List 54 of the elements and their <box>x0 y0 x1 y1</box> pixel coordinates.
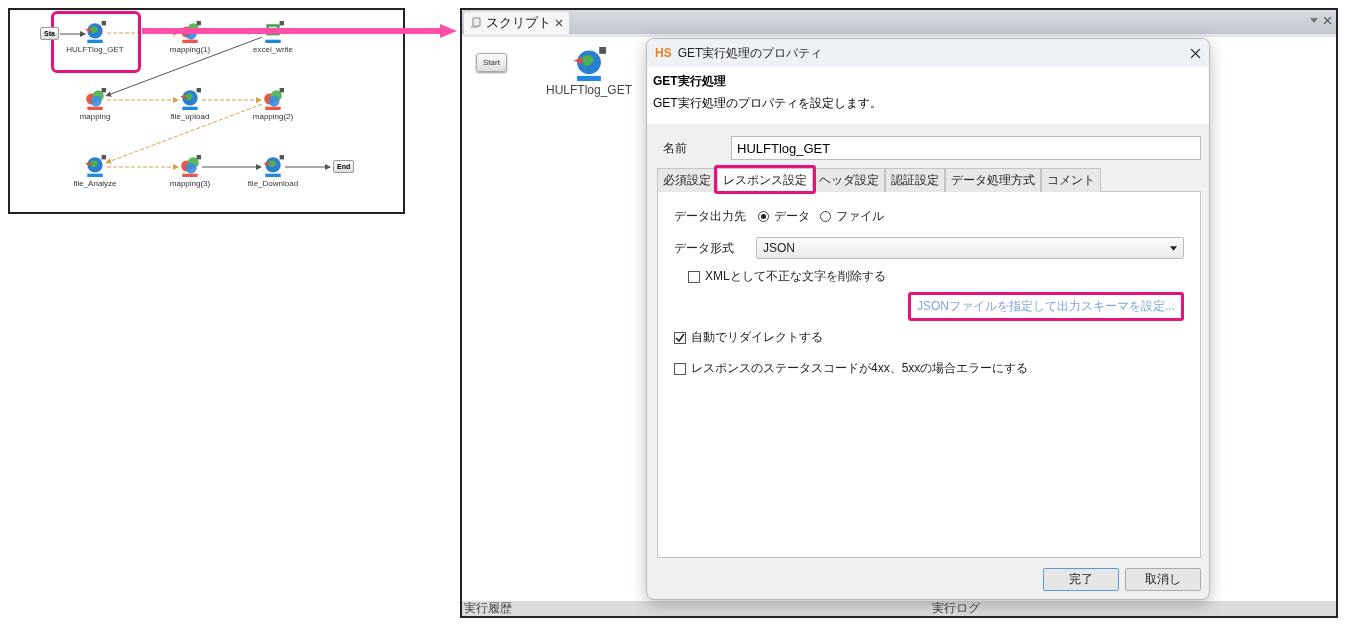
dialog-description: GET実行処理のプロパティを設定します。 <box>653 95 883 112</box>
close-icon[interactable] <box>555 19 563 27</box>
field-label: データ出力先 <box>674 208 746 225</box>
rest-node-icon <box>84 155 106 177</box>
mapper-node-icon <box>179 155 201 177</box>
panel-title: 実行ログ <box>932 601 980 616</box>
checkbox[interactable] <box>688 270 700 283</box>
name-field[interactable]: HULFTlog_GET <box>731 136 1201 160</box>
node-label: excel_write <box>253 45 293 54</box>
caret-icon <box>1170 245 1177 251</box>
rest-node-icon <box>572 47 606 81</box>
close-icon[interactable] <box>1190 47 1201 59</box>
editor-tab[interactable]: スクリプト <box>464 12 569 34</box>
node-label: file_Analyze <box>73 179 117 188</box>
settings-tab[interactable]: データ処理方式 <box>945 168 1041 192</box>
node-label: mapping(3) <box>169 179 211 188</box>
settings-tab[interactable]: ヘッダ設定 <box>813 168 885 192</box>
node-label: HULFTlog_GET <box>66 45 124 54</box>
panel-title: 実行履歴 <box>464 601 512 616</box>
connector-arrow <box>59 31 86 37</box>
connector-arrow <box>284 164 331 170</box>
radio-label: ファイル <box>836 208 884 225</box>
node-label: mapping(1) <box>169 45 211 54</box>
settings-tab[interactable]: 認証設定 <box>885 168 945 192</box>
settings-tab[interactable]: レスポンス設定 <box>717 168 813 192</box>
format-dropdown[interactable]: JSON <box>756 237 1184 259</box>
rest-node-icon <box>179 88 201 110</box>
mapper-node-icon <box>84 88 106 110</box>
checkbox-label: レスポンスのステータスコードが4xx、5xxの場合エラーにする <box>691 360 1029 377</box>
checkbox-label: 自動でリダイレクトする <box>691 329 823 346</box>
field-label: 名前 <box>663 139 687 157</box>
radio-label: データ <box>774 208 810 225</box>
dialog-button[interactable]: 取消し <box>1125 568 1201 591</box>
node-label: file_Download <box>247 179 299 188</box>
checkbox-label: XMLとして不正な文字を削除する <box>705 268 886 285</box>
script-icon <box>470 17 482 29</box>
rest-node-icon <box>262 155 284 177</box>
checkbox[interactable] <box>674 331 686 344</box>
app-logo: HS <box>655 46 672 60</box>
mapper-node-icon <box>262 88 284 110</box>
settings-tab[interactable]: コメント <box>1041 168 1101 192</box>
node-label: mapping(2) <box>252 112 294 121</box>
rest-node-icon <box>84 21 106 43</box>
settings-tab[interactable]: 必須設定 <box>657 168 717 192</box>
dropdown-icon[interactable] <box>1310 18 1318 24</box>
node-label: mapping <box>79 112 111 121</box>
start-node: Start <box>476 53 507 72</box>
node-label: HULFTlog_GET <box>546 83 633 97</box>
dialog-title: GET実行処理のプロパティ <box>677 44 824 62</box>
dialog-button[interactable]: 完了 <box>1043 568 1119 591</box>
dialog-heading: GET実行処理 <box>653 73 727 90</box>
checkbox[interactable] <box>674 362 686 375</box>
node-label: file_upload <box>170 112 210 121</box>
field-label: データ形式 <box>674 239 734 257</box>
